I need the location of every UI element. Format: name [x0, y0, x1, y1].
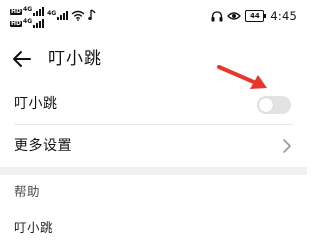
music-note-icon	[88, 9, 96, 20]
toggle-knob	[259, 98, 273, 112]
signal-icon	[33, 7, 45, 16]
clock: 4:45	[270, 9, 297, 23]
battery-indicator: 44	[245, 10, 267, 22]
page-title: 叮小跳	[48, 49, 102, 69]
help-item[interactable]: 叮小跳	[14, 219, 53, 237]
network-type: 4G	[23, 6, 33, 13]
signal-icon	[33, 19, 45, 28]
status-left-icons: HD 4G HD 4G 4G	[10, 6, 96, 29]
network-type: 4G	[23, 18, 33, 25]
section-separator	[0, 167, 307, 175]
screen: HD 4G HD 4G 4G 44 4:45 叮小跳 叮小跳 更多设置 帮助 叮…	[0, 0, 307, 245]
headset-icon	[211, 10, 223, 21]
dual-signal: HD 4G HD 4G	[10, 6, 45, 29]
status-bar: HD 4G HD 4G 4G 44 4:45	[0, 0, 307, 34]
help-section-title: 帮助	[14, 184, 41, 199]
feature-toggle[interactable]	[257, 96, 291, 114]
battery-icon: 44	[245, 10, 265, 22]
signal-icon	[57, 11, 69, 20]
toggle-row[interactable]: 叮小跳	[0, 88, 307, 122]
wifi-icon	[71, 10, 85, 21]
hd-tag: HD	[10, 19, 23, 27]
signal-sim1: HD 4G	[10, 6, 45, 17]
battery-cap	[264, 14, 267, 18]
divider	[14, 124, 293, 125]
eye-icon	[227, 12, 242, 20]
more-settings-row[interactable]: 更多设置	[0, 127, 307, 165]
network-type: 4G	[47, 10, 57, 17]
signal-extra: 4G	[47, 10, 69, 21]
hd-tag: HD	[10, 7, 23, 15]
toggle-row-label: 叮小跳	[14, 96, 58, 112]
more-settings-label: 更多设置	[14, 138, 72, 154]
back-arrow-icon[interactable]	[10, 47, 34, 71]
chevron-right-icon	[283, 139, 291, 153]
signal-sim2: HD 4G	[10, 18, 45, 29]
status-right-icons: 44 4:45	[211, 9, 297, 23]
